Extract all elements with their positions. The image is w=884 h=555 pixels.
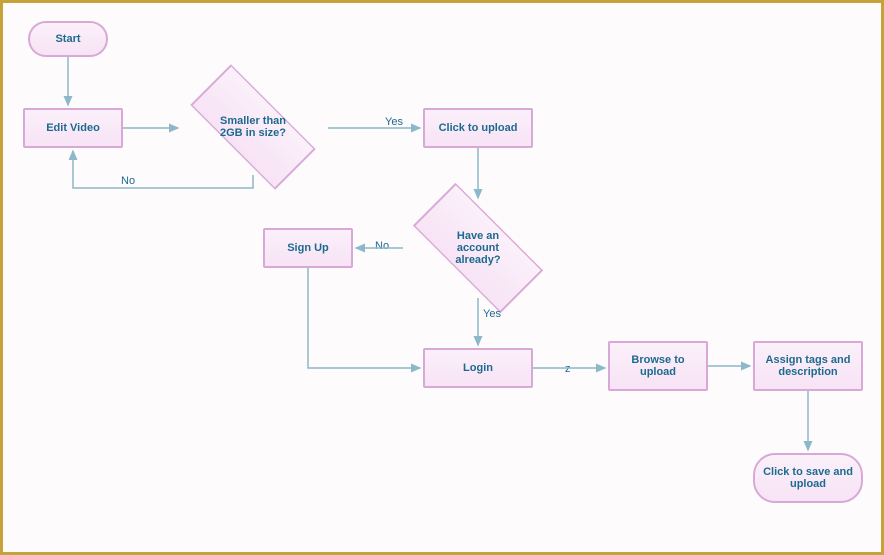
node-save-upload: Click to save and upload xyxy=(753,453,863,503)
label-account-no: No xyxy=(375,240,389,252)
node-click-upload: Click to upload xyxy=(423,108,533,148)
label-login-to-browse: z xyxy=(565,363,571,375)
node-browse: Browse to upload xyxy=(608,341,708,391)
node-assign-tags-label: Assign tags and description xyxy=(763,354,853,378)
node-edit-video: Edit Video xyxy=(23,108,123,148)
node-sign-up-label: Sign Up xyxy=(287,242,329,254)
node-start-label: Start xyxy=(55,33,80,45)
node-have-account: Have an account already? xyxy=(416,205,540,291)
node-check-size: Smaller than 2GB in size? xyxy=(193,86,313,168)
label-size-yes: Yes xyxy=(385,116,403,128)
node-sign-up: Sign Up xyxy=(263,228,353,268)
label-account-yes: Yes xyxy=(483,308,501,320)
node-edit-video-label: Edit Video xyxy=(46,122,100,134)
node-click-upload-label: Click to upload xyxy=(439,122,518,134)
node-start: Start xyxy=(28,21,108,57)
node-save-upload-label: Click to save and upload xyxy=(763,466,853,490)
node-login: Login xyxy=(423,348,533,388)
label-size-no: No xyxy=(121,175,135,187)
node-have-account-label: Have an account already? xyxy=(435,230,522,266)
node-check-size-label: Smaller than 2GB in size? xyxy=(211,115,295,139)
node-login-label: Login xyxy=(463,362,493,374)
node-assign-tags: Assign tags and description xyxy=(753,341,863,391)
node-browse-label: Browse to upload xyxy=(618,354,698,378)
